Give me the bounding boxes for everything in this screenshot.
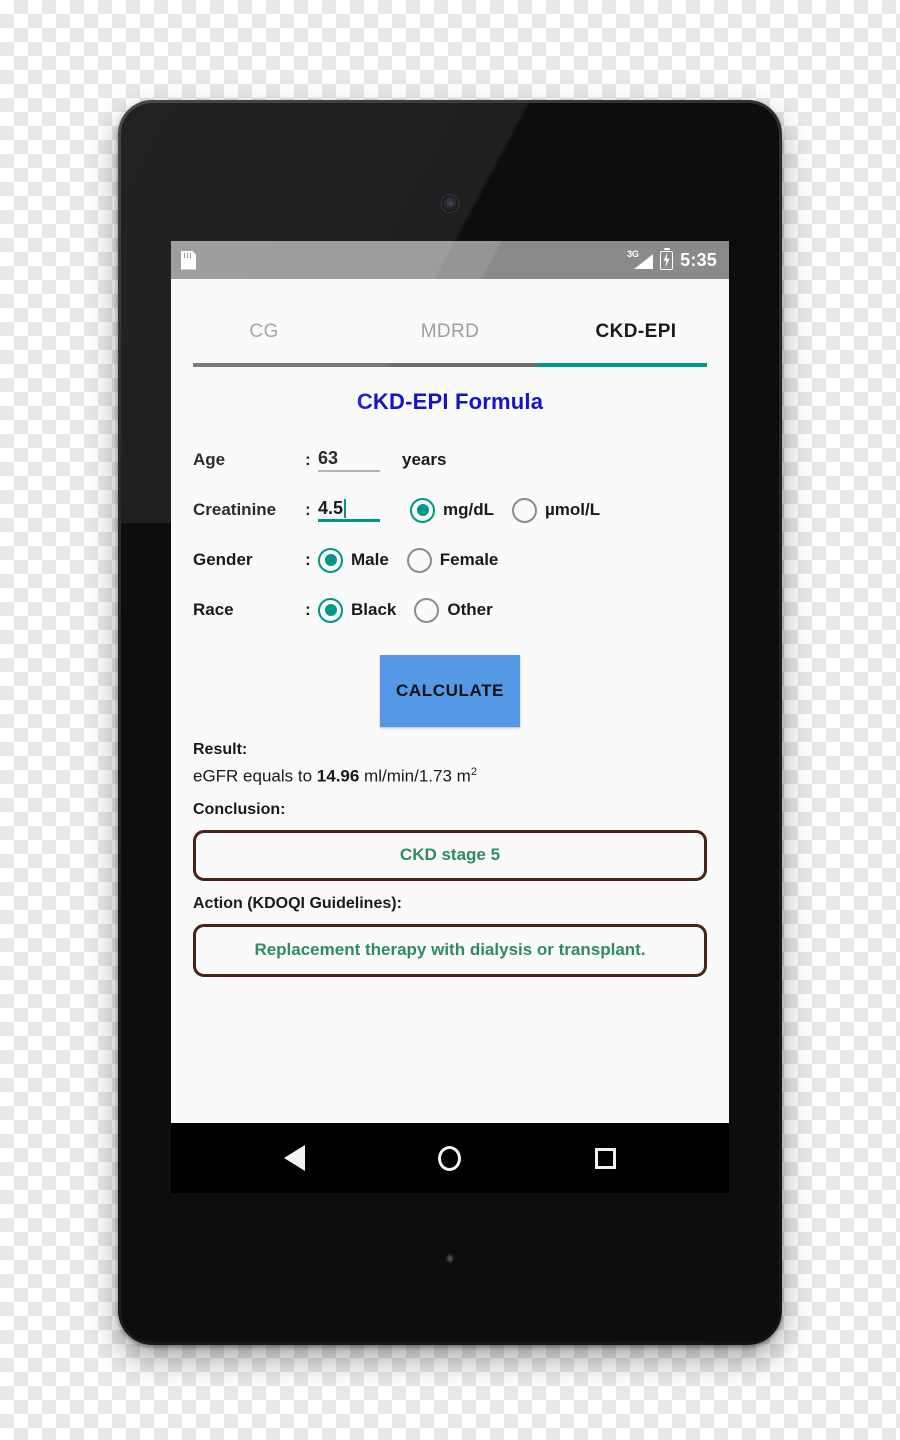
creatinine-input-value: 4.5: [318, 498, 344, 518]
age-input-value: 63: [318, 448, 339, 468]
creatinine-colon: :: [305, 500, 311, 519]
age-input[interactable]: 63: [318, 448, 386, 472]
tab-indicator-mdrd: [364, 363, 536, 367]
result-value-line: eGFR equals to 14.96 ml/min/1.73 m2: [193, 766, 707, 787]
tab-ckd-epi[interactable]: CKD-EPI: [543, 301, 729, 363]
age-unit-label: years: [402, 450, 447, 469]
creatinine-label: Creatinine: [193, 500, 277, 519]
radio-other-icon[interactable]: [414, 597, 440, 623]
radio-male-icon[interactable]: [318, 547, 343, 573]
signal-bars-icon: 3G: [627, 249, 654, 270]
age-row: Age : 63 years: [193, 435, 707, 485]
result-units-exponent: 2: [470, 766, 477, 778]
result-label: Result:: [193, 741, 248, 758]
tab-indicator: [193, 363, 707, 367]
recents-square-icon: [594, 1147, 616, 1169]
calculate-button[interactable]: CALCULATE: [380, 655, 520, 727]
network-type-label: 3G: [627, 249, 639, 259]
creatinine-unit-option-mgdl[interactable]: mg/dL: [410, 497, 494, 523]
android-navigation-bar: [171, 1123, 729, 1193]
creatinine-unit-option-umoll[interactable]: µmol/L: [512, 497, 601, 523]
radio-mgdl-label: mg/dL: [443, 500, 494, 519]
nav-recents-button[interactable]: [588, 1141, 622, 1175]
gender-option-male[interactable]: Male: [318, 547, 389, 573]
gender-label: Gender: [193, 550, 253, 569]
gender-colon: :: [305, 550, 311, 569]
tablet-device-frame: 3G 5:35 CG MDRD CKD-EPI CKD-EPI Formula …: [118, 100, 782, 1345]
nav-back-button[interactable]: [278, 1141, 312, 1175]
status-bar-clock: 5:35: [680, 249, 717, 270]
tab-cg[interactable]: CG: [171, 301, 357, 363]
race-radio-group: Black Other: [318, 597, 511, 623]
result-units: ml/min/1.73 m: [359, 766, 471, 786]
race-row: Race : Black Other: [193, 585, 707, 635]
radio-umoll-icon[interactable]: [512, 497, 537, 523]
device-screen: 3G 5:35 CG MDRD CKD-EPI CKD-EPI Formula …: [171, 241, 729, 1193]
status-bar: 3G 5:35: [171, 241, 729, 279]
radio-other-label: Other: [447, 600, 493, 619]
radio-mgdl-icon[interactable]: [410, 497, 435, 523]
age-label: Age: [193, 450, 226, 469]
radio-black-icon[interactable]: [318, 597, 343, 623]
race-colon: :: [305, 600, 311, 619]
page-title: CKD-EPI Formula: [356, 389, 544, 414]
text-cursor: [344, 499, 347, 518]
radio-black-label: Black: [351, 600, 397, 619]
tab-bar: CG MDRD CKD-EPI: [171, 279, 729, 367]
creatinine-row: Creatinine : 4.5 mg/dL µmol/L: [193, 485, 707, 535]
conclusion-box: CKD stage 5: [193, 829, 707, 881]
race-option-black[interactable]: Black: [318, 597, 397, 623]
gender-row: Gender : Male Female: [193, 535, 707, 585]
front-camera-icon: [441, 195, 459, 212]
radio-male-label: Male: [351, 550, 389, 569]
creatinine-unit-radio-group: mg/dL µmol/L: [410, 497, 618, 523]
nav-home-button[interactable]: [433, 1141, 467, 1175]
race-label: Race: [193, 600, 234, 619]
tab-indicator-cg: [193, 363, 365, 367]
home-circle-icon: [438, 1145, 462, 1171]
action-box: Replacement therapy with dialysis or tra…: [193, 923, 707, 977]
gender-option-female[interactable]: Female: [406, 547, 499, 573]
age-colon: :: [305, 450, 311, 469]
microphone-dot-icon: [447, 1255, 453, 1262]
result-egfr-value: 14.96: [316, 766, 360, 786]
radio-female-label: Female: [439, 550, 499, 569]
conclusion-label: Conclusion:: [193, 800, 286, 818]
radio-umoll-label: µmol/L: [545, 500, 601, 519]
creatinine-input[interactable]: 4.5: [318, 498, 386, 522]
radio-female-icon[interactable]: [406, 547, 432, 573]
tab-mdrd[interactable]: MDRD: [357, 301, 543, 363]
sd-card-icon: [181, 250, 196, 270]
battery-charging-icon: [660, 250, 674, 270]
back-triangle-icon: [284, 1145, 306, 1171]
action-label: Action (KDOQI Guidelines):: [193, 894, 402, 912]
race-option-other[interactable]: Other: [414, 597, 493, 623]
result-prefix: eGFR equals to: [193, 766, 317, 786]
gender-radio-group: Male Female: [318, 547, 516, 573]
tab-indicator-ckd-epi: [535, 363, 707, 367]
